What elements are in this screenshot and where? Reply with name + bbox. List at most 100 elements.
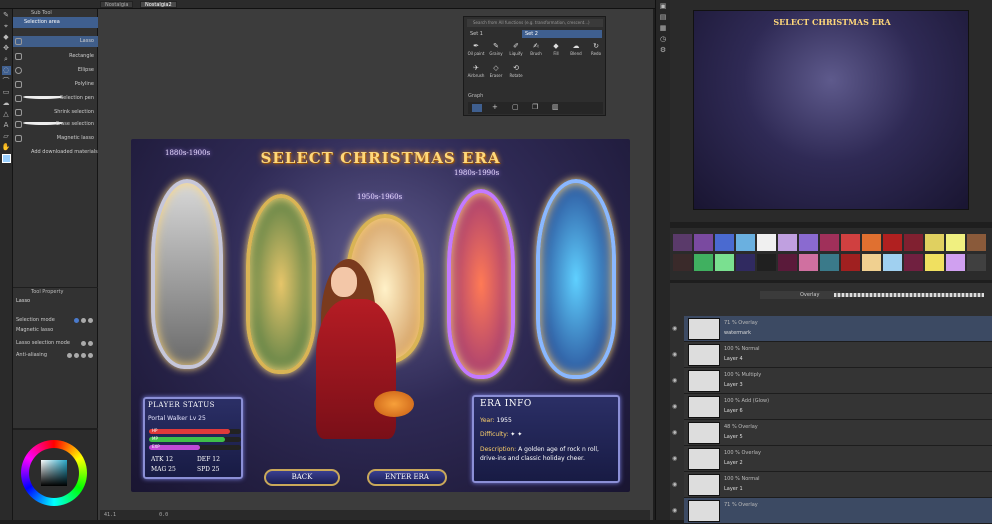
figure-icon[interactable]: △ [2,110,11,119]
color-swatch[interactable] [946,254,965,271]
settings-icon[interactable]: ⚙ [659,46,668,55]
brush-icon[interactable]: ⌒ [2,77,11,86]
square-icon[interactable]: ▢ [512,103,519,111]
layer-row[interactable]: ◉ 100 % Normal Layer 1 [672,472,992,498]
navigator-icon[interactable]: ▣ [659,2,668,11]
anti-aliasing-row[interactable]: Anti-aliasing [16,350,96,360]
sub-tool-rectangle[interactable]: Rectangle [13,51,98,62]
text-icon[interactable]: A [2,121,11,130]
color-swatch[interactable] [841,254,860,271]
color-swatch[interactable] [799,234,818,251]
eyedropper-icon[interactable]: ⌖ [2,22,11,31]
layer-row[interactable]: ◉ 100 % Multiply Layer 3 [672,368,992,394]
material-icon[interactable]: ▦ [659,24,668,33]
add-icon[interactable]: + [492,103,498,111]
magnetic-lasso-row[interactable]: Magnetic lasso [16,325,96,335]
layer-row[interactable]: ◉ 71 % Overlay [672,498,992,524]
set-tab-active[interactable]: Set 2 [522,30,602,38]
lasso-mode-buttons[interactable] [79,340,93,350]
back-button[interactable]: BACK [264,469,340,486]
fill-icon[interactable]: ◆ [2,33,11,42]
tool-airbrush[interactable]: ✈ Airbrush [466,63,486,81]
color-swatch[interactable] [673,234,692,251]
sub-tool-selection-pen[interactable]: Selection pen [13,93,98,107]
sub-tool-polyline[interactable]: Polyline [13,79,98,90]
blend-icon[interactable]: ☁ [2,99,11,108]
visibility-eye-icon[interactable]: ◉ [672,326,680,332]
zoom-level[interactable]: 41.1 [104,512,116,518]
visibility-eye-icon[interactable]: ◉ [672,352,680,358]
visibility-eye-icon[interactable]: ◉ [672,378,680,384]
layer-icon[interactable]: ▤ [659,13,668,22]
enter-era-button[interactable]: ENTER ERA [367,469,447,486]
artwork-canvas[interactable]: 1880s-1900s 1950s-1960s 1980s-1990s SELE… [131,139,630,492]
saturation-square[interactable] [41,460,67,486]
document-tab-active[interactable]: Nostalgia2 [140,1,177,8]
color-swatch[interactable] [757,254,776,271]
layer-row[interactable]: ◉ 100 % Add (Glow) Layer 6 [672,394,992,420]
set-tab[interactable]: Set 1 [467,30,519,38]
color-swatch[interactable] [799,254,818,271]
color-swatch[interactable] [673,254,692,271]
navigator-thumbnail[interactable]: SELECT CHRISTMAS ERA [693,10,969,210]
layer-row[interactable]: ◉ 48 % Overlay Layer 5 [672,420,992,446]
color-swatch[interactable] [820,254,839,271]
color-swatch[interactable] [694,234,713,251]
visibility-eye-icon[interactable]: ◉ [672,404,680,410]
rotation-angle[interactable]: 0.0 [159,512,168,518]
color-chip-icon[interactable] [1,154,11,163]
tool-blend[interactable]: ☁ Blend [566,41,586,59]
color-swatch[interactable] [967,254,986,271]
anti-aliasing-buttons[interactable] [65,352,93,362]
color-swatch[interactable] [862,254,881,271]
eraser-icon[interactable]: ▭ [2,88,11,97]
selection-mode-row[interactable]: Selection mode [16,315,96,325]
color-swatch[interactable] [883,234,902,251]
lasso-icon[interactable]: ◌ [1,66,11,75]
sub-tool-magnetic-lasso[interactable]: Magnetic lasso [13,133,98,144]
sub-tool-ellipse[interactable]: Ellipse [13,65,98,76]
tool-grainy[interactable]: ✎ Grainy [486,41,506,59]
color-swatch[interactable] [883,254,902,271]
color-swatch[interactable] [715,254,734,271]
color-swatch[interactable] [862,234,881,251]
color-swatch[interactable] [967,234,986,251]
trash-icon[interactable]: ▥ [552,103,559,111]
blend-mode-select[interactable]: Overlay [760,291,840,299]
color-swatch[interactable] [904,254,923,271]
color-swatch[interactable] [736,234,755,251]
tool-liquify[interactable]: ✐ Liquify [506,41,526,59]
add-materials-button[interactable]: Add downloaded materials [13,147,98,158]
tool-rotate[interactable]: ⟲ Rotate [506,63,526,81]
color-swatch[interactable] [841,234,860,251]
pen-icon[interactable]: ✎ [2,11,11,20]
opacity-slider[interactable] [834,293,984,297]
visibility-eye-icon[interactable]: ◉ [672,508,680,514]
ruler-icon[interactable]: ▱ [2,132,11,141]
sub-tool-erase-selection[interactable]: Erase selection [13,119,98,133]
layer-row[interactable]: ◉ 100 % Normal Layer 4 [672,342,992,368]
layer-row[interactable]: ◉ 71 % Overlay watermark [672,316,992,342]
color-swatch[interactable] [757,234,776,251]
hand-icon[interactable]: ✋ [2,143,11,152]
color-swatch[interactable] [715,234,734,251]
color-swatch[interactable] [778,234,797,251]
tool-brush[interactable]: ✍ Brush [526,41,546,59]
visibility-eye-icon[interactable]: ◉ [672,430,680,436]
function-search-input[interactable]: Search from All functions (e.g. transfor… [467,19,603,27]
color-swatch[interactable] [778,254,797,271]
color-wheel[interactable] [21,440,87,506]
document-tab[interactable]: Nostalgia [100,1,134,8]
zoom-icon[interactable]: ⌕ [2,55,11,64]
lasso-selection-mode-row[interactable]: Lasso selection mode [16,338,96,348]
sub-tool-shrink-selection[interactable]: Shrink selection [13,107,98,118]
visibility-eye-icon[interactable]: ◉ [672,482,680,488]
copy-icon[interactable]: ❐ [532,103,538,111]
tool-redo[interactable]: ↻ Redo [586,41,606,59]
layer-row[interactable]: ◉ 100 % Overlay Layer 2 [672,446,992,472]
sub-tool-lasso[interactable]: Lasso [13,36,98,47]
tool-fill[interactable]: ◆ Fill [546,41,566,59]
tool-oil-paint[interactable]: ✒ Oil paint [466,41,486,59]
color-swatch[interactable] [820,234,839,251]
color-swatch[interactable] [946,234,965,251]
